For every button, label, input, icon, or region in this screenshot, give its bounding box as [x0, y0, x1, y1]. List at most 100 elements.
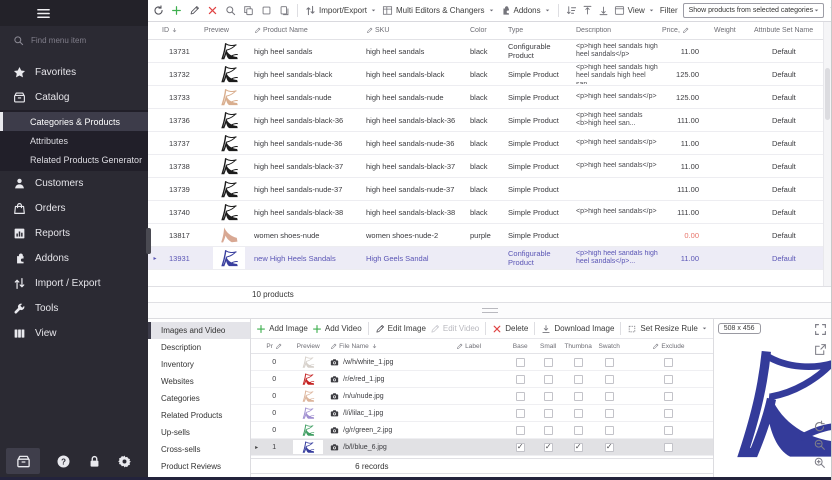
header-base[interactable]: Base — [506, 343, 534, 350]
filter-select[interactable]: Show products from selected categories — [683, 3, 825, 18]
open-external-icon[interactable] — [814, 343, 827, 356]
checkbox-base[interactable] — [516, 392, 525, 401]
search-button[interactable] — [225, 5, 236, 16]
add-button[interactable] — [171, 5, 182, 16]
header-type[interactable]: Type — [508, 27, 576, 34]
multi-editors-button[interactable]: Multi Editors & Changers — [382, 5, 494, 16]
image-row-r-e-red-1-jpg[interactable]: 0/r/e/red_1.jpg — [251, 371, 713, 388]
header-thumbnail[interactable]: Thumbna — [562, 343, 594, 350]
header-price[interactable]: Price, — [662, 27, 714, 34]
download-image-button[interactable]: Download Image — [541, 324, 614, 334]
zoom-in-icon[interactable] — [813, 456, 826, 469]
header-color[interactable]: Color — [470, 27, 508, 34]
checkbox-base[interactable] — [516, 426, 525, 435]
settings-gear-icon[interactable] — [117, 454, 132, 469]
image-row-n-u-nude-jpg[interactable]: 0/n/u/nude.jpg — [251, 388, 713, 405]
delete-button[interactable]: Delete — [492, 324, 528, 334]
checkbox-thumbnail[interactable] — [574, 426, 583, 435]
import-export-button[interactable]: Import/Export — [305, 5, 377, 16]
sidebar-item-orders[interactable]: Orders — [0, 196, 148, 221]
checkbox-swatch[interactable] — [605, 375, 614, 384]
checkbox-exclude[interactable] — [664, 409, 673, 418]
scrollbar-thumb[interactable] — [825, 68, 830, 120]
header-label[interactable]: Label — [456, 343, 506, 350]
checkbox-exclude[interactable] — [664, 443, 673, 452]
image-row-g-r-green-2-jpg[interactable]: 0/g/r/green_2.jpg — [251, 422, 713, 439]
checkbox-thumbnail[interactable] — [574, 375, 583, 384]
sort-button[interactable] — [566, 5, 577, 16]
header-weight[interactable]: Weight — [714, 27, 754, 34]
sidebar-item-import-export[interactable]: Import / Export — [0, 271, 148, 296]
tab-inventory[interactable]: Inventory — [148, 356, 250, 373]
zoom-out-icon[interactable] — [813, 438, 826, 451]
checkbox-swatch[interactable] — [605, 409, 614, 418]
sidebar-item-favorites[interactable]: Favorites — [0, 60, 148, 85]
checkbox-small[interactable] — [544, 358, 553, 367]
horizontal-splitter[interactable] — [148, 303, 831, 318]
sidebar-item-attributes[interactable]: Attributes — [0, 131, 148, 150]
rotate-icon[interactable] — [813, 420, 826, 433]
header-small[interactable]: Small — [534, 343, 562, 350]
sidebar-item-customers[interactable]: Customers — [0, 171, 148, 196]
addons-button[interactable]: Addons — [500, 5, 551, 16]
header-sku[interactable]: SKU — [366, 27, 470, 34]
vertical-scrollbar[interactable] — [823, 22, 831, 286]
sidebar-item-reports[interactable]: Reports — [0, 221, 148, 246]
product-row-13736[interactable]: 13736high heel sandals-black-36high heel… — [148, 109, 831, 132]
checkbox-swatch[interactable]: ✓ — [605, 443, 614, 452]
set-resize-rule-button[interactable]: Set Resize Rule — [627, 324, 707, 334]
move-up-button[interactable] — [582, 5, 593, 16]
product-row-13737[interactable]: 13737high heel sandals-nude-36high heel … — [148, 132, 831, 155]
tab-cross-sells[interactable]: Cross-sells — [148, 441, 250, 458]
checkbox-swatch[interactable] — [605, 426, 614, 435]
header-preview[interactable]: Preview — [204, 27, 254, 34]
sidebar-item-addons[interactable]: Addons — [0, 246, 148, 271]
product-row-13731[interactable]: 13731high heel sandalshigh heel sandalsb… — [148, 40, 831, 63]
header-preview[interactable]: Preview — [286, 343, 330, 350]
image-row-l-i-lilac-1-jpg[interactable]: 0/l/i/lilac_1.jpg — [251, 405, 713, 422]
copy-button[interactable] — [243, 5, 254, 16]
tab-product-reviews[interactable]: Product Reviews — [148, 458, 250, 475]
select-button[interactable] — [261, 5, 272, 16]
checkbox-thumbnail[interactable] — [574, 409, 583, 418]
sidebar-item-tools[interactable]: Tools — [0, 296, 148, 321]
image-row-b-l-blue-6-jpg[interactable]: ▸1/b/l/blue_6.jpg✓✓✓✓ — [251, 439, 713, 456]
product-row-13732[interactable]: 13732high heel sandals-blackhigh heel sa… — [148, 63, 831, 86]
move-down-button[interactable] — [598, 5, 609, 16]
checkbox-base[interactable] — [516, 409, 525, 418]
checkbox-thumbnail[interactable] — [574, 358, 583, 367]
header-id[interactable]: ID — [162, 27, 204, 34]
sidebar-item-catalog[interactable]: Catalog — [0, 85, 148, 110]
edit-button[interactable] — [189, 5, 200, 16]
sidebar-item-related-products-generator[interactable]: Related Products Generator — [0, 150, 148, 169]
checkbox-exclude[interactable] — [664, 358, 673, 367]
product-row-13739[interactable]: 13739high heel sandals-nude-37high heel … — [148, 178, 831, 201]
add-video-button[interactable]: Add Video — [312, 324, 362, 334]
tab-categories[interactable]: Categories — [148, 390, 250, 407]
tab-images-and-video[interactable]: Images and Video — [148, 322, 250, 339]
header-exclude[interactable]: Exclude — [624, 343, 713, 350]
header-description[interactable]: Description — [576, 27, 662, 34]
product-row-13738[interactable]: 13738high heel sandals-black-37high heel… — [148, 155, 831, 178]
view-button[interactable]: View — [614, 5, 655, 16]
refresh-button[interactable] — [153, 5, 164, 16]
header-pr[interactable]: Pr — [262, 343, 286, 350]
checkbox-base[interactable]: ✓ — [516, 443, 525, 452]
checkbox-thumbnail[interactable] — [574, 392, 583, 401]
image-row-w-h-white-1-jpg[interactable]: 0/w/h/white_1.jpg — [251, 354, 713, 371]
tab-up-sells[interactable]: Up-sells — [148, 424, 250, 441]
sidebar-item-view[interactable]: View — [0, 321, 148, 346]
fullscreen-expand-icon[interactable] — [814, 323, 827, 336]
checkbox-small[interactable] — [544, 426, 553, 435]
product-row-13817[interactable]: 13817women shoes-nudewomen shoes-nude-2p… — [148, 224, 831, 247]
vertical-splitter-grip[interactable] — [146, 228, 151, 254]
tab-websites[interactable]: Websites — [148, 373, 250, 390]
delete-button[interactable] — [207, 5, 218, 16]
checkbox-small[interactable] — [544, 375, 553, 384]
checkbox-thumbnail[interactable]: ✓ — [574, 443, 583, 452]
store-manager-button[interactable] — [6, 448, 40, 474]
header-attribute-set[interactable]: Attribute Set Name — [754, 27, 831, 34]
checkbox-swatch[interactable] — [605, 358, 614, 367]
header-swatch[interactable]: Swatch — [594, 343, 624, 350]
checkbox-base[interactable] — [516, 375, 525, 384]
